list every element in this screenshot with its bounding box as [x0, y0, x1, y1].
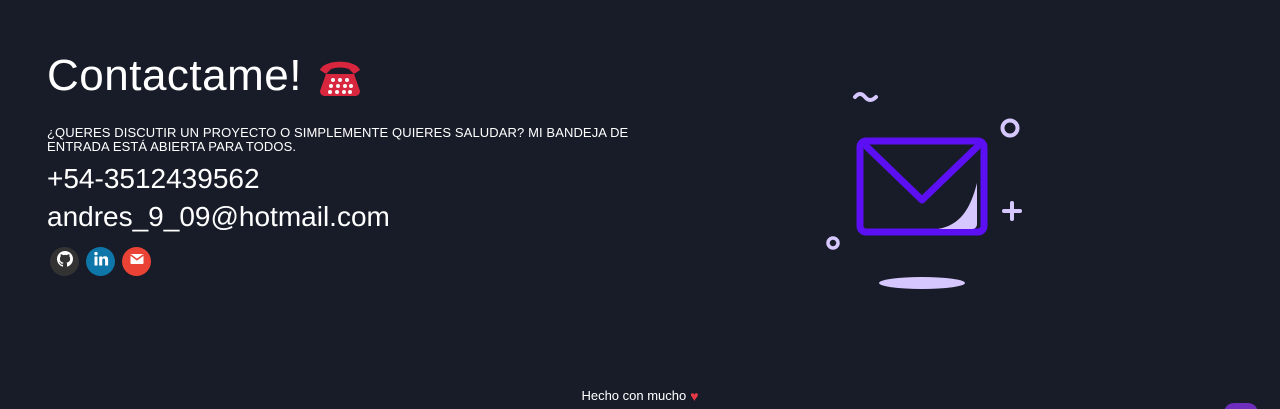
github-icon — [56, 251, 73, 272]
mail-icon — [129, 251, 145, 272]
envelope-illustration — [820, 85, 1040, 300]
contact-section: Contactame! ¿QUERES DISCUTIR UN PROYECTO… — [47, 50, 647, 276]
linkedin-icon — [93, 251, 109, 272]
email-link[interactable] — [122, 247, 151, 276]
footer-text: Hecho con mucho — [581, 388, 687, 403]
telephone-icon — [316, 56, 364, 96]
linkedin-link[interactable] — [86, 247, 115, 276]
scroll-top-button[interactable] — [1224, 403, 1258, 409]
email-address: andres_9_09@hotmail.com — [47, 201, 390, 232]
phone-number: +54-3512439562 — [47, 163, 260, 194]
heart-icon: ♥ — [690, 388, 699, 404]
contact-subtitle: ¿QUERES DISCUTIR UN PROYECTO O SIMPLEMEN… — [47, 125, 629, 154]
footer: Hecho con mucho ♥ — [0, 386, 1280, 406]
contact-title-row: Contactame! — [47, 50, 647, 102]
contact-title: Contactame! — [47, 51, 302, 100]
contact-page: Contactame! ¿QUERES DISCUTIR UN PROYECTO… — [0, 0, 1280, 409]
github-link[interactable] — [50, 247, 79, 276]
social-links — [47, 247, 647, 276]
